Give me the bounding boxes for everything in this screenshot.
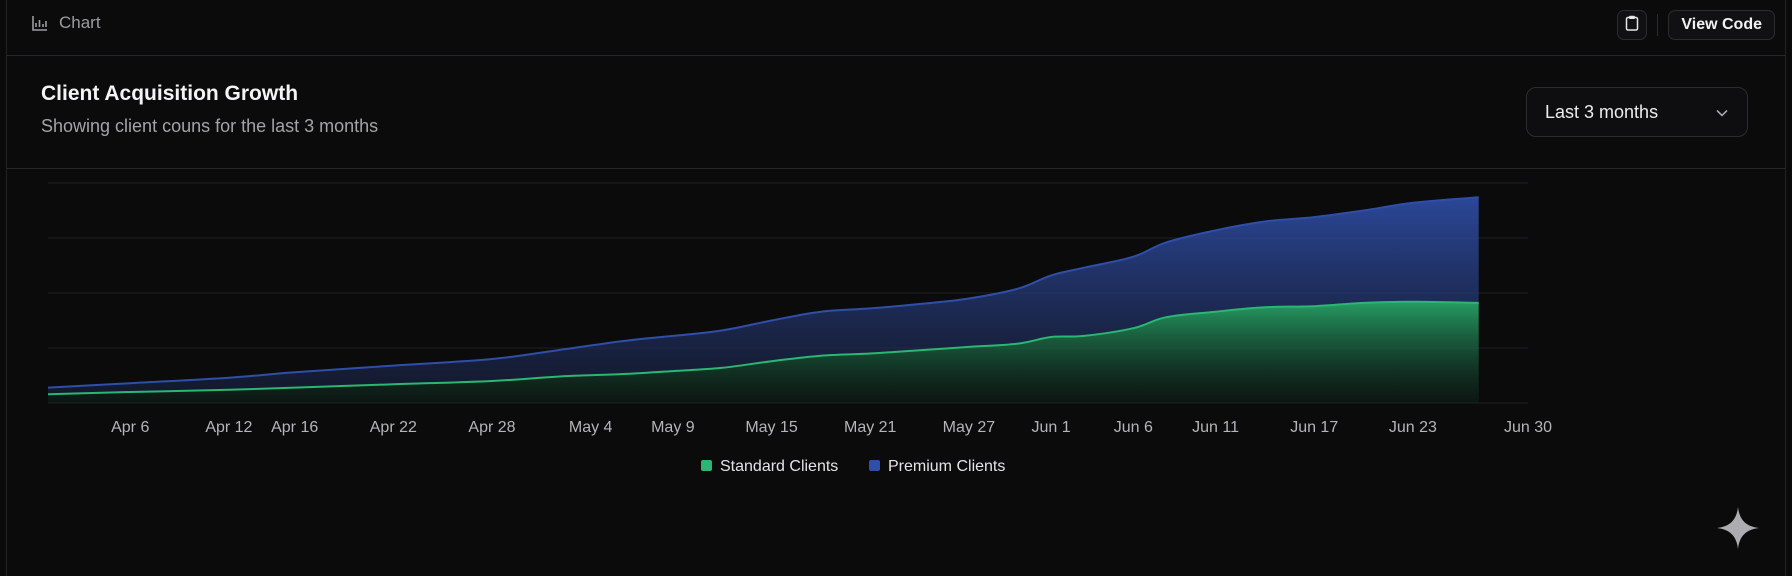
x-tick-label: Apr 16	[271, 419, 318, 436]
chart-subtitle: Showing client couns for the last 3 mont…	[41, 116, 379, 136]
copy-button[interactable]	[1617, 10, 1648, 40]
chart-area: Apr 6 Apr 12 Apr 16 Apr 22 Apr 28 May 4 May 9 M…	[7, 169, 1787, 576]
toolbar-actions: View Code	[1617, 10, 1775, 40]
time-range-select[interactable]: Last 3 months	[1526, 87, 1748, 137]
chart-title: Client Acquisition Growth	[41, 82, 299, 105]
x-tick-label: Apr 22	[370, 419, 417, 436]
sparkle-watermark-icon	[1715, 505, 1761, 556]
legend-swatch-premium	[869, 460, 880, 471]
legend-swatch-standard	[701, 460, 712, 471]
legend-item-standard[interactable]: Standard Clients	[701, 458, 838, 475]
legend-label-standard: Standard Clients	[720, 458, 838, 475]
chart-tab[interactable]: Chart	[31, 13, 101, 33]
top-toolbar: Chart View Code	[7, 0, 1785, 56]
view-code-button[interactable]: View Code	[1668, 10, 1775, 40]
chart-tab-label: Chart	[59, 13, 101, 32]
x-tick-label: Apr 12	[205, 419, 252, 436]
x-tick-label: May 9	[651, 419, 695, 436]
chart-card: Chart View Code Client Acquisition Growt…	[6, 0, 1786, 576]
x-tick-label: Jun 6	[1114, 419, 1153, 436]
x-tick-label: Jun 17	[1290, 419, 1338, 436]
legend-label-premium: Premium Clients	[888, 458, 1005, 475]
x-tick-label: May 21	[844, 419, 897, 436]
chevron-down-icon	[1715, 102, 1729, 123]
chart-card-root: Chart View Code Client Acquisition Growt…	[0, 0, 1792, 576]
x-tick-label: Jun 11	[1192, 419, 1239, 436]
x-tick-label: Jun 1	[1032, 419, 1071, 436]
x-tick-label: Jun 23	[1389, 419, 1437, 436]
card-header: Client Acquisition Growth Showing client…	[7, 56, 1785, 169]
x-tick-label: May 15	[745, 419, 798, 436]
chart-icon	[31, 14, 49, 32]
x-tick-label: May 4	[569, 419, 613, 436]
x-tick-label: May 27	[943, 419, 996, 436]
toolbar-divider	[1657, 14, 1659, 36]
legend-item-premium[interactable]: Premium Clients	[869, 458, 1005, 475]
stacked-area-chart: Apr 6 Apr 12 Apr 16 Apr 22 Apr 28 May 4 May 9 M…	[47, 182, 1552, 475]
clipboard-icon	[1625, 15, 1639, 36]
x-tick-label: Apr 28	[468, 419, 515, 436]
x-tick-label: Apr 6	[111, 419, 149, 436]
time-range-value: Last 3 months	[1545, 101, 1659, 122]
x-tick-label: Jun 30	[1504, 419, 1552, 436]
